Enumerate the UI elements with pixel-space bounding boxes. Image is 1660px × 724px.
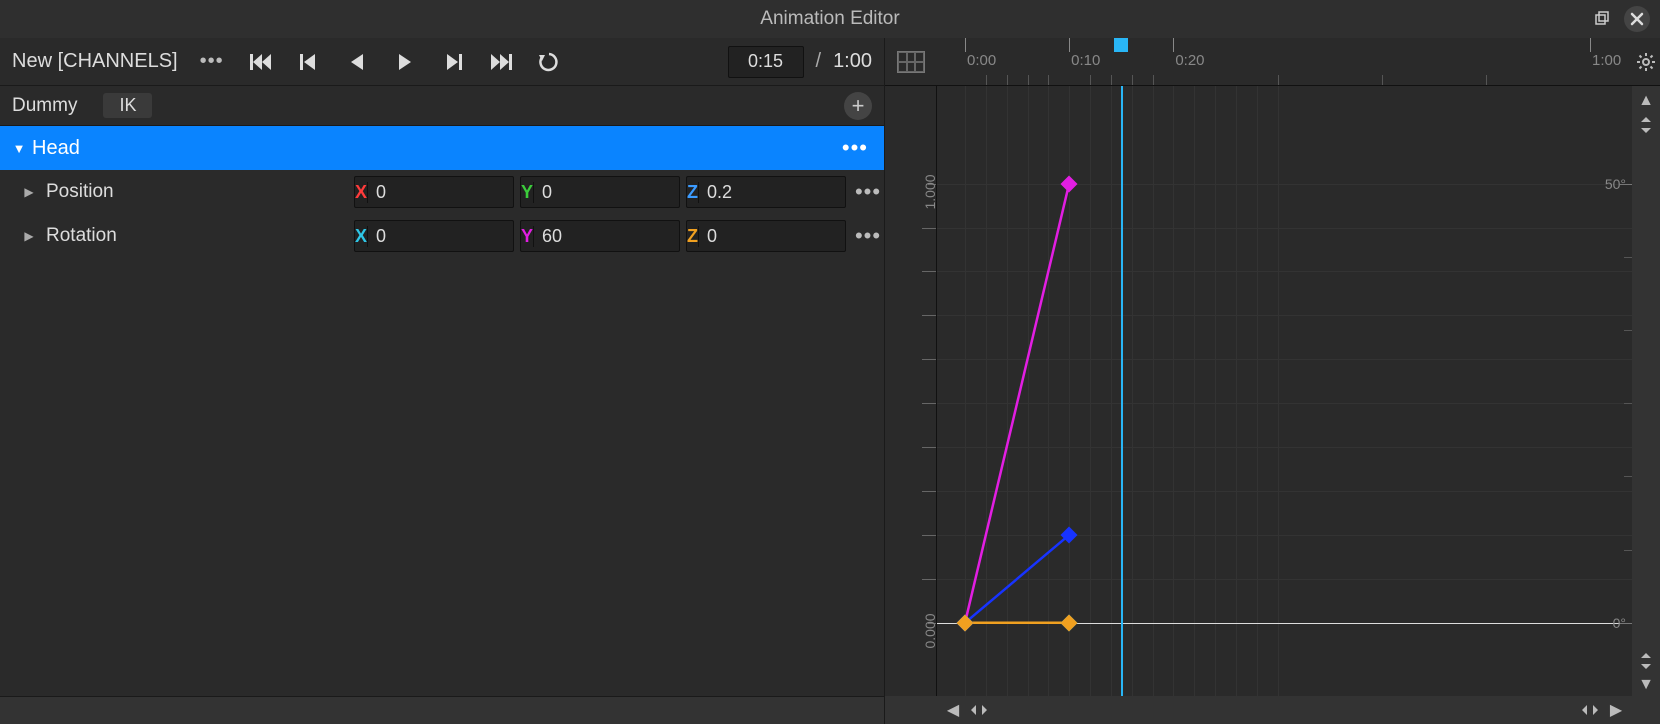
curve-view[interactable]: 50°0° [937,86,1632,696]
ik-chip[interactable]: IK [103,93,152,118]
settings-button[interactable] [1632,38,1660,86]
row-menu-button[interactable]: ••• [842,135,878,161]
clip-name[interactable]: New [CHANNELS] [12,50,178,73]
go-to-end-button[interactable] [486,47,516,77]
scroll-left-button[interactable]: ◀ [943,700,963,720]
vaxis-label: 1.000 [922,174,938,209]
property-label: Rotation [46,225,117,247]
go-to-start-button[interactable] [246,47,276,77]
tree-item-head[interactable]: ▼ Head ••• [0,126,884,170]
axis-z-label: Z [687,182,699,203]
gear-icon [1636,52,1656,72]
scroll-right-button[interactable]: ▶ [1606,700,1626,720]
horizontal-scroll: ◀ ▶ [937,696,1632,724]
play-reverse-button[interactable] [342,47,372,77]
ruler-label: 0:00 [967,52,996,69]
scroll-up-button[interactable]: ▲ [1635,90,1657,112]
playhead-handle[interactable] [1114,38,1128,52]
property-row-rotation[interactable]: ▶ Rotation X Y Z ••• [0,214,884,258]
property-label: Position [46,181,114,203]
curve-sidebar: ▲ ▼ [1632,86,1660,696]
mode-bar: Dummy IK + [0,86,884,126]
ruler-label: 0:10 [1071,52,1100,69]
clip-menu-button[interactable]: ••• [200,50,224,73]
curve-panel: 0:00 0:10 0:20 1:00 1.000 0.000 50°0° ▲ ▼ ◀ [884,38,1660,724]
grid-icon [897,51,925,73]
v-zoom-button-2[interactable] [1635,650,1657,672]
disclosure-right-icon[interactable]: ▶ [18,185,40,199]
axis-x-label: X [355,182,368,203]
vaxis-label: 0.000 [922,613,938,648]
window-title: Animation Editor [760,8,899,30]
scroll-down-button[interactable]: ▼ [1635,674,1657,696]
h-zoom-button[interactable] [969,700,989,720]
property-menu-button[interactable]: ••• [852,179,884,205]
ruler-label: 1:00 [1592,52,1621,69]
timeline-ruler[interactable]: 0:00 0:10 0:20 1:00 [937,38,1632,86]
dopesheet-toggle[interactable] [885,38,937,86]
play-button[interactable] [390,47,420,77]
disclosure-down-icon[interactable]: ▼ [6,141,28,156]
maximize-button[interactable] [1590,7,1614,31]
next-keyframe-button[interactable] [438,47,468,77]
axis-z-label: Z [687,226,699,247]
close-button[interactable] [1624,6,1650,32]
corner-bl [885,696,937,724]
add-button[interactable]: + [844,92,872,120]
position-y-field[interactable]: Y [520,176,680,208]
current-time-field[interactable] [728,46,804,78]
h-zoom-button-2[interactable] [1580,700,1600,720]
position-z-field[interactable]: Z [686,176,846,208]
left-footer [0,696,884,724]
titlebar: Animation Editor [0,0,1660,38]
rotation-z-field[interactable]: Z [686,220,846,252]
value-axis: 1.000 0.000 [885,86,937,696]
axis-x-label: X [355,226,368,247]
ruler-label: 0:20 [1175,52,1204,69]
loop-button[interactable] [534,47,564,77]
playback-toolbar: New [CHANNELS] ••• / 1:00 [0,38,884,86]
property-menu-button[interactable]: ••• [852,223,884,249]
clip-length: 1:00 [833,50,872,73]
tree-item-label: Head [32,137,80,160]
v-zoom-button[interactable] [1635,114,1657,136]
rotation-y-field[interactable]: Y [520,220,680,252]
time-separator: / [816,50,822,73]
mode-label: Dummy [12,95,77,117]
axis-y-label: Y [521,226,534,247]
channel-tree: ▼ Head ••• ▶ Position X Y Z ••• ▶ Rotati… [0,126,884,696]
axis-y-label: Y [521,182,534,203]
disclosure-right-icon[interactable]: ▶ [18,229,40,243]
position-x-field[interactable]: X [354,176,514,208]
prev-keyframe-button[interactable] [294,47,324,77]
corner-br [1632,696,1660,724]
property-row-position[interactable]: ▶ Position X Y Z ••• [0,170,884,214]
rotation-x-field[interactable]: X [354,220,514,252]
channel-panel: New [CHANNELS] ••• / 1:00 Dummy IK + [0,38,884,724]
